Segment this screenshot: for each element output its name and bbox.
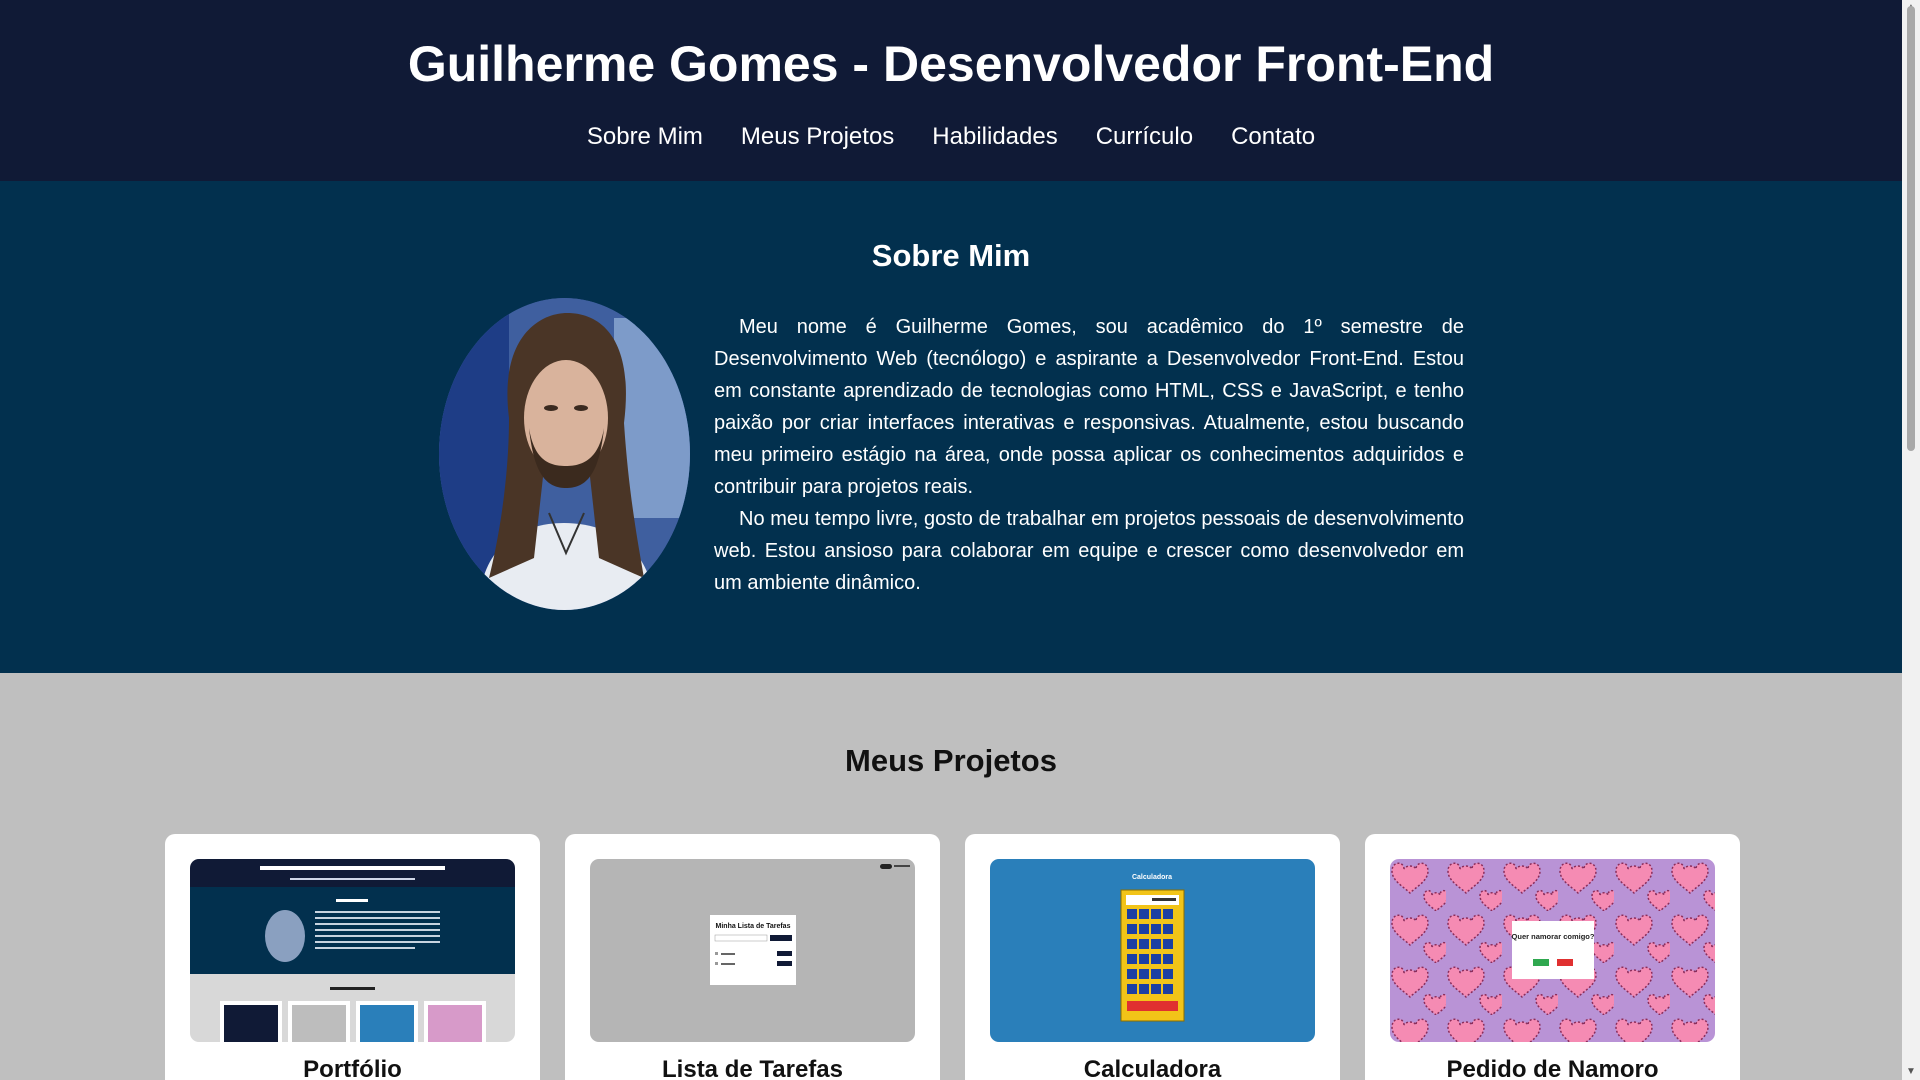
project-thumbnail: Quer namorar comigo?	[1390, 859, 1715, 1042]
scroll-down-icon[interactable]: ▼	[1902, 1064, 1920, 1080]
about-text: Meu nome é Guilherme Gomes, sou acadêmic…	[714, 311, 1464, 599]
projects-heading: Meus Projetos	[845, 743, 1057, 778]
project-title: Pedido de Namoro	[1446, 1056, 1659, 1080]
site-header: Guilherme Gomes - Desenvolvedor Front-En…	[0, 0, 1902, 181]
avatar	[439, 298, 690, 610]
thumb-heading: Minha Lista de Tarefas	[716, 923, 791, 930]
nav-link-sobre-mim[interactable]: Sobre Mim	[587, 119, 703, 155]
about-paragraph: No meu tempo livre, gosto de trabalhar e…	[714, 508, 1464, 594]
project-card-portfolio[interactable]: Portfólio	[165, 834, 540, 1080]
project-card-pedido-de-namoro[interactable]: Quer namorar comigo? Pedido de Namoro	[1365, 834, 1740, 1080]
nav-link-contato[interactable]: Contato	[1231, 119, 1315, 155]
nav-link-habilidades[interactable]: Habilidades	[932, 119, 1057, 155]
page-scrollbar[interactable]: ▲ ▼	[1902, 0, 1920, 1080]
project-thumbnail: Minha Lista de Tarefas	[590, 859, 915, 1042]
thumb-heading: Calculadora	[1132, 874, 1172, 881]
about-section: Sobre Mim Meu nome é Guilherme Gomes, so…	[0, 181, 1902, 673]
nav-link-meus-projetos[interactable]: Meus Projetos	[741, 119, 894, 155]
thumb-heading: Quer namorar comigo?	[1512, 932, 1595, 941]
project-thumbnail: Calculadora	[990, 859, 1315, 1042]
about-heading: Sobre Mim	[871, 238, 1031, 273]
project-thumbnail	[190, 859, 515, 1042]
project-title: Portfólio	[303, 1056, 402, 1080]
main-nav: Sobre Mim Meus Projetos Habilidades Curr…	[0, 119, 1902, 155]
projects-section: Meus Projetos Portfólio Minha Lista de T…	[0, 673, 1902, 1080]
project-title: Lista de Tarefas	[662, 1056, 843, 1080]
scrollbar-thumb[interactable]	[1907, 6, 1915, 451]
profile-photo	[439, 298, 690, 610]
nav-link-curriculo[interactable]: Currículo	[1096, 119, 1193, 155]
project-card-lista-de-tarefas[interactable]: Minha Lista de Tarefas Lista de Tarefas	[565, 834, 940, 1080]
project-card-calculadora[interactable]: Calculadora Calculadora	[965, 834, 1340, 1080]
site-title: Guilherme Gomes - Desenvolvedor Front-En…	[407, 36, 1495, 92]
about-paragraph: Meu nome é Guilherme Gomes, sou acadêmic…	[714, 316, 1464, 498]
project-title: Calculadora	[1083, 1056, 1222, 1080]
